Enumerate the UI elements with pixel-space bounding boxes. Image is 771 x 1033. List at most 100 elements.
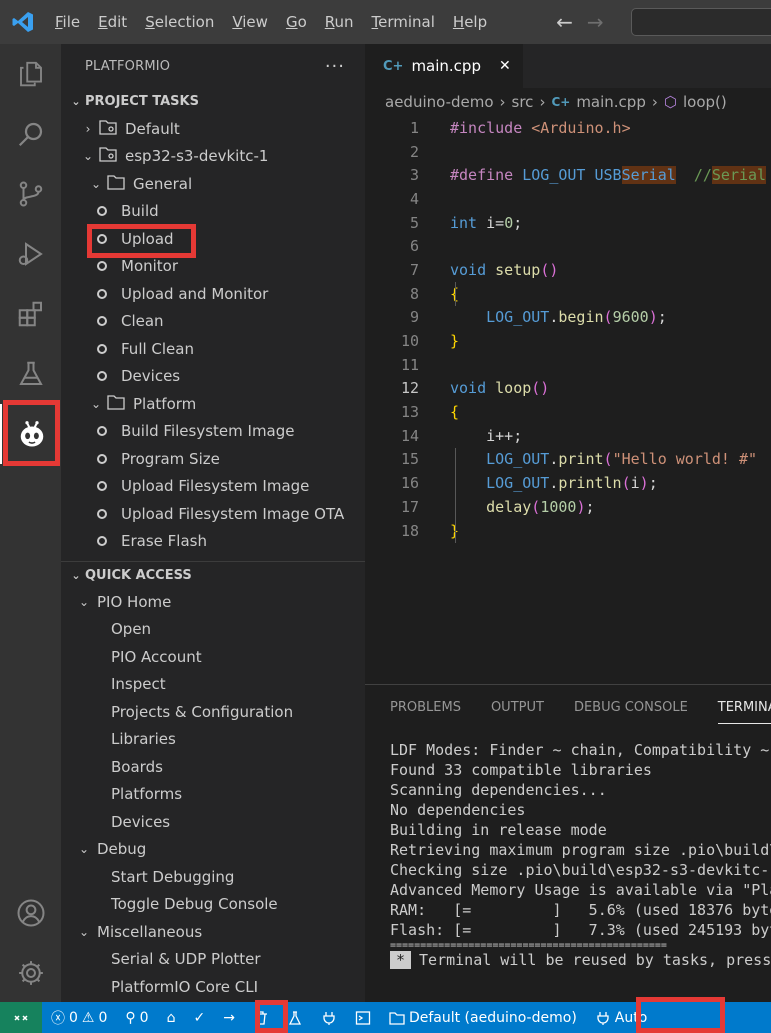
terminal-line: Retrieving maximum program size .pio\bui… — [390, 841, 771, 859]
task-circle-icon — [97, 261, 107, 272]
terminal-icon — [355, 1010, 371, 1025]
menu-go[interactable]: Go — [277, 0, 316, 44]
pio-env-selector[interactable]: Default (aeduino-demo) — [380, 1002, 586, 1033]
task-circle-icon — [97, 536, 107, 547]
menu-help[interactable]: Help — [444, 0, 496, 44]
task-circle-icon — [97, 288, 107, 299]
run-debug-icon[interactable] — [0, 224, 61, 284]
terminal-output[interactable]: LDF Modes: Finder ~ chain, Compatibility… — [365, 729, 771, 971]
ports-indicator[interactable]: ⚲ 0 — [116, 1002, 157, 1033]
arrow-right-icon: → — [223, 1009, 235, 1026]
breadcrumb-src[interactable]: src — [512, 93, 534, 111]
quick-open[interactable]: Open — [61, 616, 365, 644]
activity-bar — [0, 44, 61, 1002]
task-circle-icon — [97, 206, 107, 217]
quick-libraries[interactable]: Libraries — [61, 726, 365, 754]
task-build-filesystem-image[interactable]: Build Filesystem Image — [61, 418, 365, 446]
title-bar: File Edit Selection View Go Run Terminal… — [0, 0, 771, 44]
task-upload-filesystem-image[interactable]: Upload Filesystem Image — [61, 473, 365, 501]
remote-icon[interactable] — [0, 1002, 42, 1033]
group-debug[interactable]: ⌄ Debug — [61, 836, 365, 864]
task-program-size[interactable]: Program Size — [61, 445, 365, 473]
breadcrumb-project[interactable]: aeduino-demo — [385, 93, 494, 111]
task-circle-icon — [97, 343, 107, 354]
pio-terminal-button[interactable] — [346, 1002, 380, 1033]
env-esp32[interactable]: ⌄ esp32-s3-devkitc-1 — [61, 143, 365, 171]
quick-projects-configuration[interactable]: Projects & Configuration — [61, 698, 365, 726]
quick-platformio-core-cli[interactable]: PlatformIO Core CLI — [61, 973, 365, 1001]
tab-debug-console[interactable]: DEBUG CONSOLE — [574, 700, 688, 715]
quick-inspect[interactable]: Inspect — [61, 671, 365, 699]
editor-tabs: C+ main.cpp ✕ — [365, 44, 771, 88]
group-platform[interactable]: ⌄ Platform — [61, 390, 365, 418]
cpp-file-icon: C+ — [383, 58, 404, 74]
group-pio-home[interactable]: ⌄ PIO Home — [61, 588, 365, 616]
settings-gear-icon[interactable] — [0, 943, 61, 1003]
check-icon: ✓ — [193, 1009, 206, 1026]
home-icon: ⌂ — [166, 1009, 176, 1026]
terminal-line: Flash: [= ] 7.3% (used 245193 byt — [390, 921, 771, 939]
highlight-upload-button — [255, 1000, 288, 1033]
error-icon: ⓧ — [51, 1010, 65, 1027]
menu-edit[interactable]: Edit — [89, 0, 136, 44]
task-circle-icon — [97, 453, 107, 464]
pio-serial-monitor-button[interactable] — [312, 1002, 346, 1033]
group-general[interactable]: ⌄ General — [61, 170, 365, 198]
arrow-left-icon[interactable]: ← — [556, 10, 573, 34]
env-default[interactable]: › Default — [61, 115, 365, 143]
quick-start-debugging[interactable]: Start Debugging — [61, 863, 365, 891]
arrow-right-icon[interactable]: → — [587, 10, 604, 34]
menu-file[interactable]: File — [46, 0, 89, 44]
accounts-icon[interactable] — [0, 883, 61, 943]
tab-main-cpp[interactable]: C+ main.cpp ✕ — [365, 44, 523, 88]
task-erase-flash[interactable]: Erase Flash — [61, 528, 365, 556]
terminal-line: Scanning dependencies... — [390, 781, 607, 799]
task-devices[interactable]: Devices — [61, 363, 365, 391]
task-circle-icon — [97, 371, 107, 382]
group-miscellaneous[interactable]: ⌄ Miscellaneous — [61, 918, 365, 946]
command-center-search[interactable] — [631, 8, 771, 36]
terminal-line: No dependencies — [390, 801, 526, 819]
task-build[interactable]: Build — [61, 198, 365, 226]
quick-devices[interactable]: Devices — [61, 808, 365, 836]
terminal-line: Checking size .pio\build\esp32-s3-devkit… — [390, 861, 771, 879]
task-upload-and-monitor[interactable]: Upload and Monitor — [61, 280, 365, 308]
code-editor[interactable]: 1 #include <Arduino.h> 2 3 #define LOG_OUT… — [365, 116, 771, 543]
terminal-line: Found 33 compatible libraries — [390, 761, 652, 779]
warning-icon: ⚠ — [81, 1009, 95, 1026]
quick-serial-udp-plotter[interactable]: Serial & UDP Plotter — [61, 946, 365, 974]
more-actions-icon[interactable]: ··· — [325, 56, 345, 77]
tab-problems[interactable]: PROBLEMS — [390, 700, 461, 715]
pio-upload-button[interactable]: → — [214, 1002, 244, 1033]
menu-selection[interactable]: Selection — [136, 0, 223, 44]
breadcrumb-symbol[interactable]: loop() — [683, 93, 727, 111]
flask-icon — [288, 1010, 302, 1025]
menu-terminal[interactable]: Terminal — [363, 0, 444, 44]
problems-indicator[interactable]: ⓧ 0 ⚠ 0 — [42, 1002, 116, 1033]
tab-terminal[interactable]: TERMINAL — [717, 700, 771, 724]
source-control-icon[interactable] — [0, 164, 61, 224]
task-upload-filesystem-image-ota[interactable]: Upload Filesystem Image OTA — [61, 500, 365, 528]
quick-boards[interactable]: Boards — [61, 753, 365, 781]
pio-build-button[interactable]: ✓ — [184, 1002, 214, 1033]
quick-pio-account[interactable]: PIO Account — [61, 643, 365, 671]
menu-run[interactable]: Run — [316, 0, 363, 44]
panel-tabs: PROBLEMS OUTPUT DEBUG CONSOLE TERMINAL — [365, 685, 771, 729]
editor-area: C+ main.cpp ✕ aeduino-demo › src › C+ ma… — [365, 44, 771, 684]
quick-access-header[interactable]: ⌄ QUICK ACCESS — [61, 561, 365, 588]
quick-platforms[interactable]: Platforms — [61, 781, 365, 809]
explorer-icon[interactable] — [0, 44, 61, 104]
extensions-icon[interactable] — [0, 284, 61, 344]
project-tasks-header[interactable]: ⌄ PROJECT TASKS — [61, 88, 365, 115]
breadcrumb-file[interactable]: main.cpp — [576, 93, 646, 111]
close-icon[interactable]: ✕ — [499, 58, 511, 74]
task-full-clean[interactable]: Full Clean — [61, 335, 365, 363]
tab-output[interactable]: OUTPUT — [491, 700, 544, 715]
menu-view[interactable]: View — [223, 0, 277, 44]
testing-flask-icon[interactable] — [0, 344, 61, 404]
highlight-port-selector — [636, 997, 725, 1033]
task-clean[interactable]: Clean — [61, 308, 365, 336]
quick-toggle-debug-console[interactable]: Toggle Debug Console — [61, 891, 365, 919]
pio-home-button[interactable]: ⌂ — [158, 1002, 185, 1033]
search-icon[interactable] — [0, 104, 61, 164]
